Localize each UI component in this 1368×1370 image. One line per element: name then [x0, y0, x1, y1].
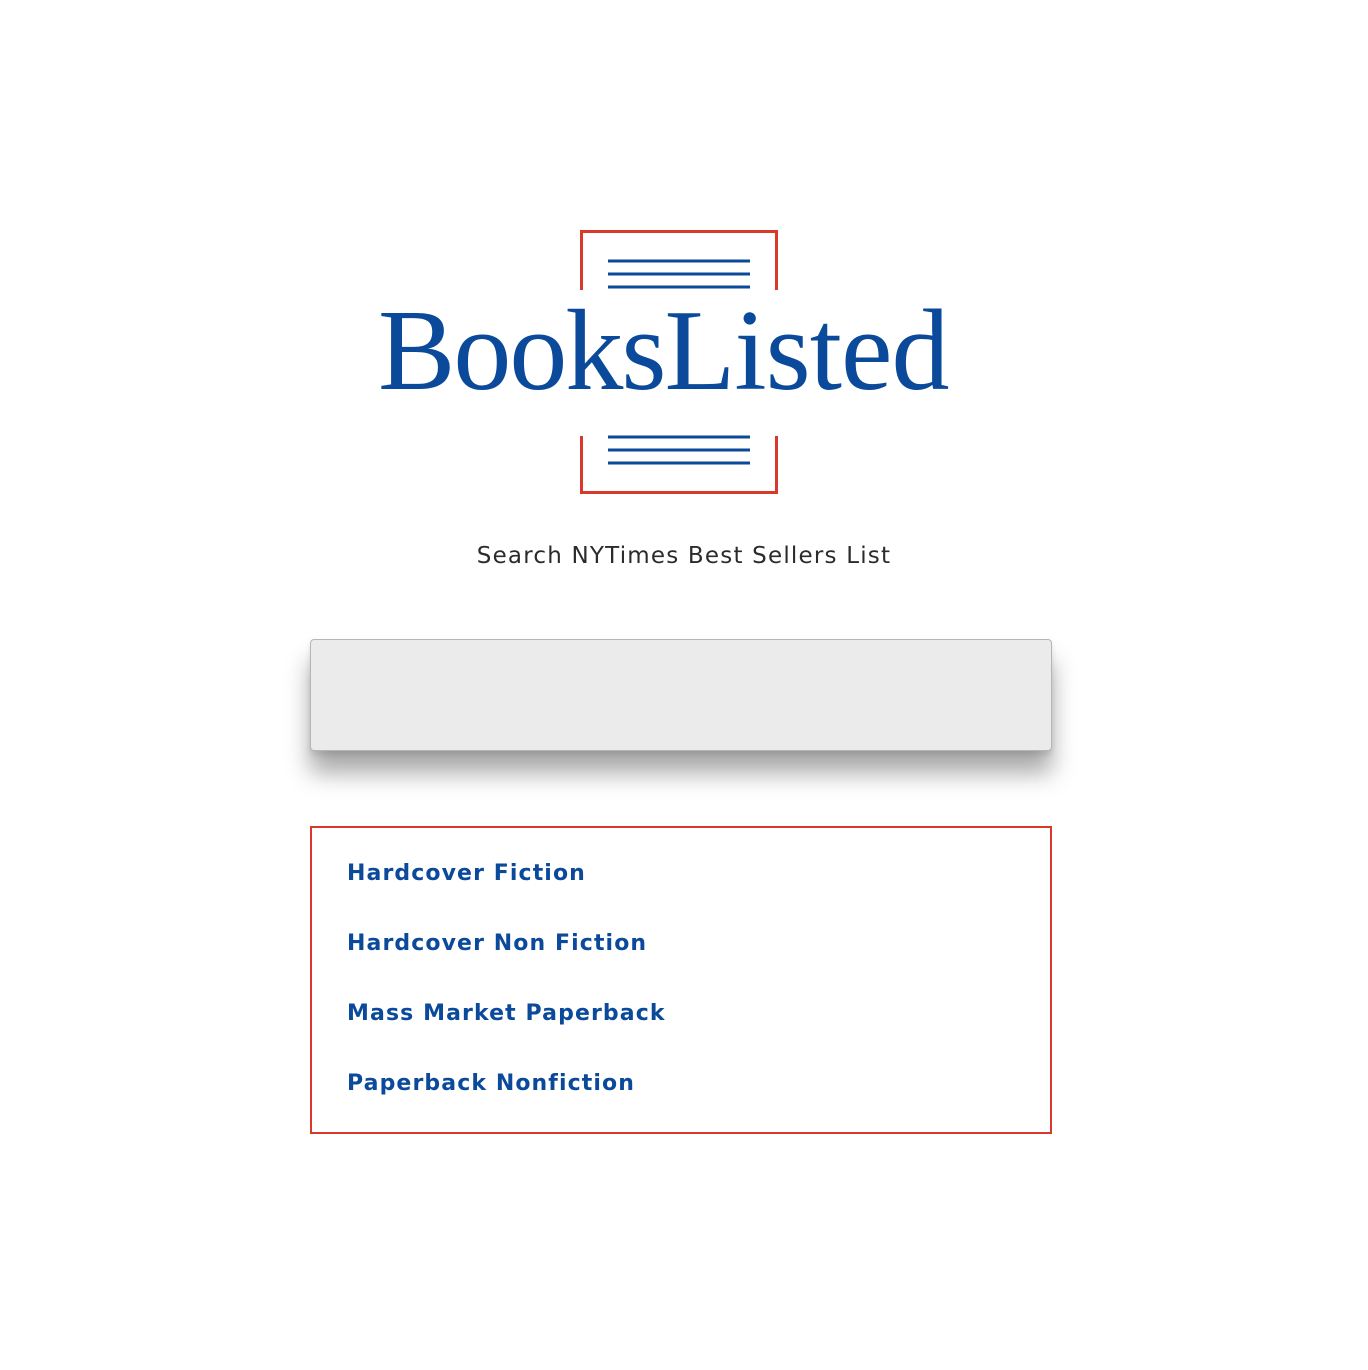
- logo-word-books: Books: [378, 287, 667, 415]
- logo: BooksListed: [370, 228, 998, 496]
- category-link-mass-market-paperback[interactable]: Mass Market Paperback: [347, 1001, 666, 1026]
- list-item: Hardcover Fiction: [347, 854, 586, 894]
- tagline: Search NYTimes Best Sellers List: [476, 543, 892, 569]
- category-list: Hardcover Fiction Hardcover Non Fiction …: [310, 826, 1052, 1134]
- list-item: Paperback Nonfiction: [347, 1064, 635, 1104]
- category-link-hardcover-non-fiction[interactable]: Hardcover Non Fiction: [347, 931, 647, 956]
- category-link-paperback-nonfiction[interactable]: Paperback Nonfiction: [347, 1071, 635, 1096]
- list-item: Hardcover Non Fiction: [347, 924, 647, 964]
- list-item: Mass Market Paperback: [347, 994, 666, 1034]
- page-lines-bottom: [608, 435, 750, 465]
- logo-wordmark: BooksListed: [378, 286, 950, 416]
- logo-word-listed: Listed: [664, 287, 950, 415]
- category-link-hardcover-fiction[interactable]: Hardcover Fiction: [347, 861, 586, 886]
- page-lines-top: [608, 259, 750, 289]
- search-input[interactable]: [310, 639, 1052, 751]
